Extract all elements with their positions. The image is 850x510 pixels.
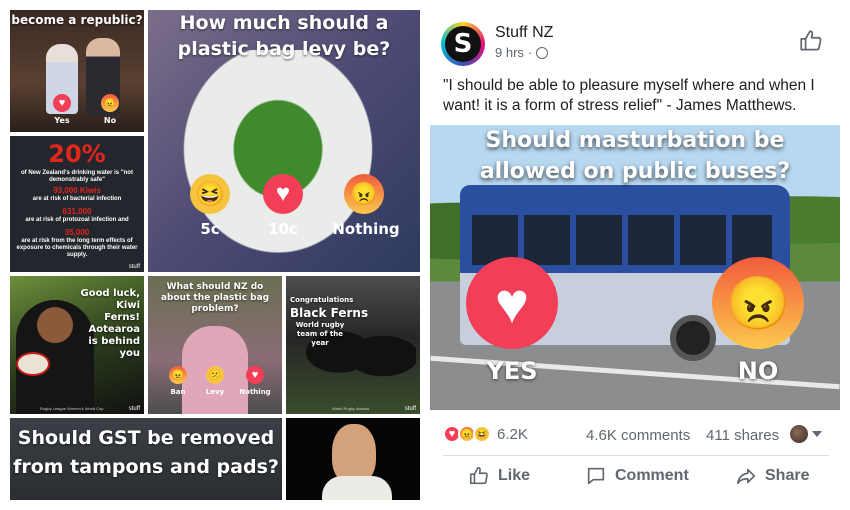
reaction-count: 6.2K (497, 425, 528, 443)
gst-title: Should GST be removed from tampons and p… (13, 427, 279, 478)
water-stats-tile[interactable]: 20% of New Zealand's drinking water is "… (10, 136, 144, 272)
comment-label: Comment (615, 467, 689, 484)
problem-option-levy: Levy (205, 388, 225, 396)
problem-option-ban: Ban (170, 388, 186, 396)
like-button[interactable]: Like (468, 465, 530, 487)
vote-no-label: NO (737, 357, 779, 385)
bus-wheel (670, 315, 716, 361)
haha-icon: 😆 (190, 174, 230, 214)
page-avatar[interactable]: S (441, 22, 485, 66)
water-num4: 35,000 (64, 228, 90, 237)
thumbs-up-icon (800, 30, 822, 51)
levy-option-10c: 10c (268, 220, 298, 238)
angry-icon: 😠 (101, 94, 119, 112)
water-line3: are at risk of protozoal infection and (25, 217, 129, 223)
post-image[interactable]: Should masturbation be allowed on public… (430, 125, 840, 410)
angry-icon: 😠 (169, 366, 187, 384)
angry-icon: 😠 (344, 174, 384, 214)
portrait-face (332, 424, 376, 484)
rugby-ball-icon (16, 352, 50, 376)
black-ferns-tile[interactable]: Congratulations Black Ferns World rugby … (286, 276, 420, 414)
bag-levy-tile[interactable]: How much should a plastic bag levy be? 😆… (148, 10, 420, 272)
post-time[interactable]: 9 hrs (495, 45, 524, 60)
love-reaction-icon: ♥ (466, 257, 558, 349)
republic-yes: Yes (54, 116, 70, 125)
water-num3: 631,000 (62, 207, 92, 216)
page-name[interactable]: Stuff NZ (495, 24, 553, 42)
post-image-title: Should masturbation be allowed on public… (479, 128, 791, 184)
black-ferns-line1: Congratulations (290, 296, 354, 304)
bag-levy-title: How much should a plastic bag levy be? (177, 12, 391, 60)
stuff-brand: stuff (128, 406, 140, 412)
love-icon: ♥ (246, 366, 264, 384)
water-line2: are at risk of bacterial infection (32, 196, 122, 202)
viewer-selector[interactable] (790, 425, 822, 443)
actions-divider (443, 455, 829, 456)
comment-button[interactable]: Comment (585, 465, 689, 487)
stuff-logo-icon: S (445, 26, 481, 62)
chevron-down-icon (812, 431, 822, 437)
water-line4: are at risk from the long term effects o… (16, 238, 138, 258)
kiwi-ferns-tile[interactable]: Good luck, Kiwi Ferns! Aotearoa is behin… (10, 276, 144, 414)
share-count[interactable]: 411 shares (706, 427, 779, 444)
meta-separator: · (527, 45, 533, 60)
kiwi-ferns-caption: Rugby League Women's World Cup (40, 406, 104, 411)
angry-reaction-icon: 😠 (712, 257, 804, 349)
republic-no: No (103, 116, 117, 125)
like-label: Like (498, 467, 531, 484)
comment-count[interactable]: 4.6K comments (586, 427, 690, 444)
water-num2: 93,000 Kiwis (53, 186, 101, 195)
post-text: "I should be able to pleasure myself whe… (443, 77, 815, 114)
haha-icon: 😆 (473, 425, 491, 443)
post-meta: 9 hrs · (495, 45, 549, 60)
bag-problem-tile[interactable]: What should NZ do about the plastic bag … (148, 276, 282, 414)
bag-problem-title: What should NZ do about the plastic bag … (160, 282, 270, 314)
levy-option-nothing: Nothing (332, 220, 400, 238)
portrait-tile[interactable] (286, 418, 420, 500)
viewer-avatar (790, 425, 808, 443)
share-label: Share (765, 467, 810, 484)
gst-tile[interactable]: Should GST be removed from tampons and p… (10, 418, 282, 500)
love-icon: ♥ (53, 94, 71, 112)
water-line1: of New Zealand's drinking water is "not … (21, 170, 133, 183)
stuff-brand: stuff (404, 406, 416, 412)
water-big-percent: 20% (48, 140, 106, 168)
stuff-brand: stuff (128, 264, 140, 270)
share-arrow-icon (736, 468, 756, 485)
vote-yes-label: YES (486, 357, 538, 385)
love-icon: ♥ (263, 174, 303, 214)
globe-icon (536, 46, 549, 59)
black-ferns-line3: World rugby team of the year (295, 321, 345, 347)
like-page-button[interactable] (798, 28, 824, 54)
comment-icon (587, 467, 605, 485)
kiwi-ferns-text: Good luck, Kiwi Ferns! Aotearoa is behin… (80, 288, 140, 359)
republic-tile[interactable]: become a republic? ♥ 😠 Yes No (10, 10, 144, 132)
levy-option-5c: 5c (200, 220, 220, 238)
portrait-shirt (322, 476, 392, 500)
share-button[interactable]: Share (735, 465, 809, 487)
republic-title: become a republic? (11, 13, 143, 27)
reactions-summary[interactable]: ♥ 😠 😆 6.2K (443, 425, 528, 443)
black-ferns-caption: World Rugby Awards (332, 406, 370, 411)
problem-option-nothing: Nothing (239, 388, 271, 396)
confused-icon: 😕 (206, 366, 224, 384)
thumbs-up-icon (469, 466, 488, 485)
black-ferns-line2: Black Ferns (290, 306, 369, 320)
